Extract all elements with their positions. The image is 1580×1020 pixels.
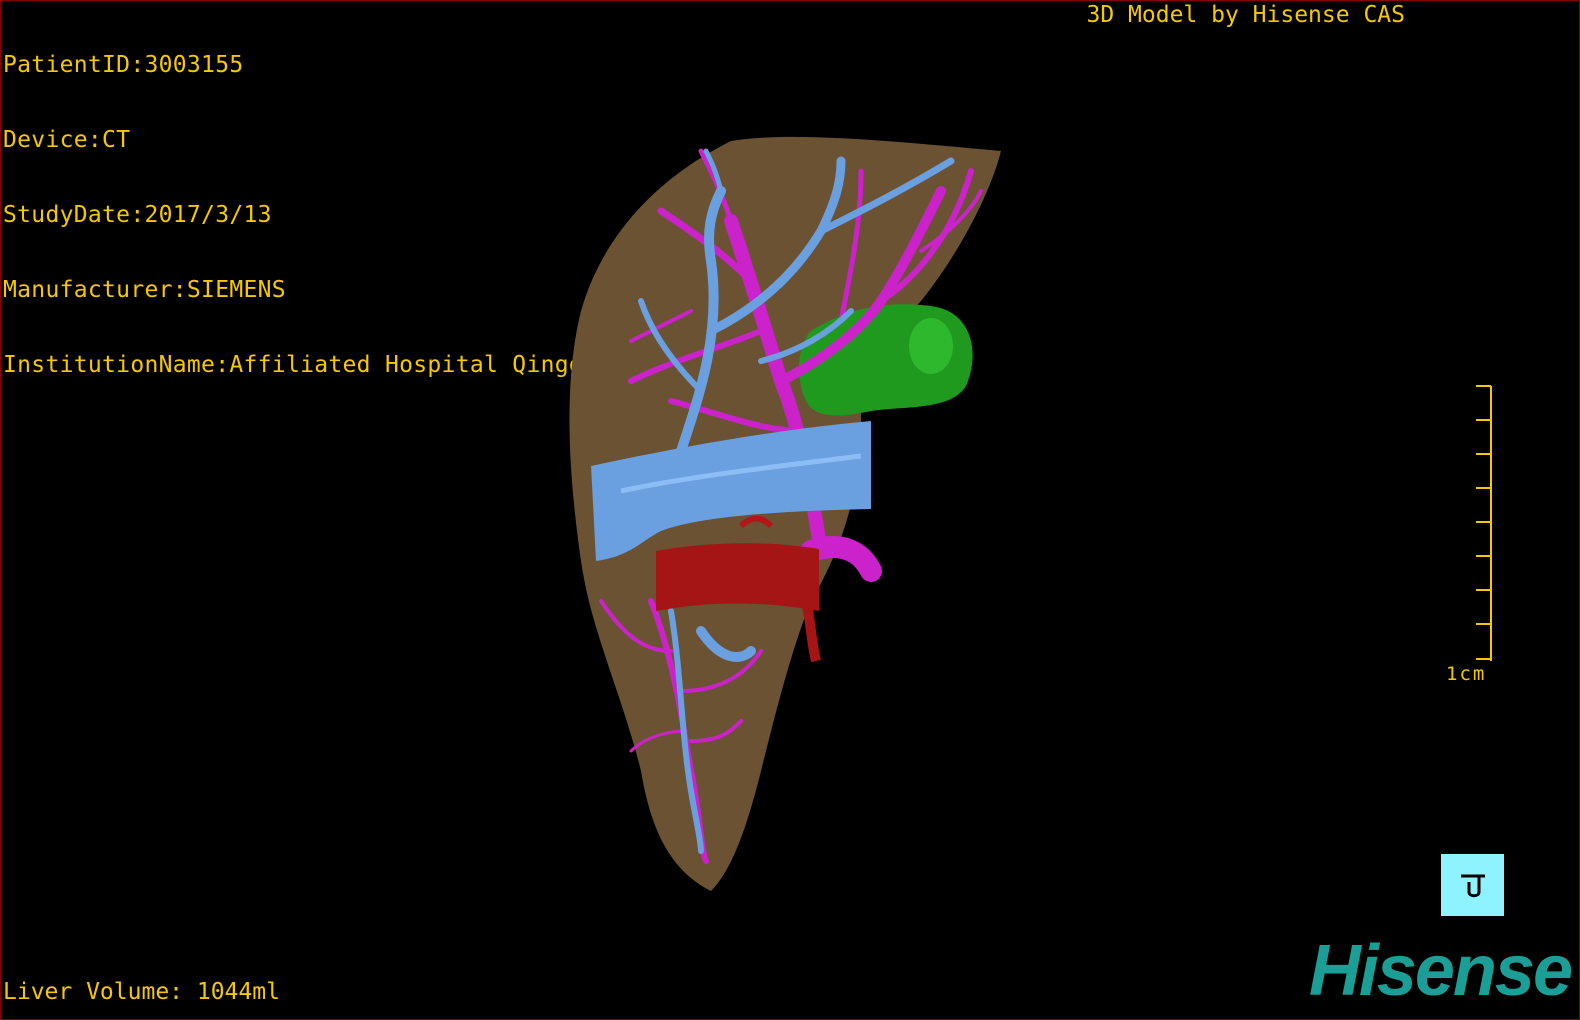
model-caption: 3D Model by Hisense CAS [1086,2,1406,28]
scale-bar [1476,385,1492,661]
vena-cava [656,543,819,611]
rotate-reset-icon [1460,874,1485,898]
liver-volume-text: Liver Volume: 1044ml [3,979,280,1005]
rotate-reset-button[interactable] [1441,854,1504,916]
liver-3d-model[interactable] [561,131,1021,901]
gallbladder-highlight [909,318,953,374]
scale-label: 1cm [1446,663,1487,685]
patient-id-text: PatientID:3003155 [3,52,244,78]
hisense-logo: Hisense [1308,931,1573,1011]
3d-viewport[interactable]: PatientID:3003155 Device:CT StudyDate:20… [0,0,1580,1020]
